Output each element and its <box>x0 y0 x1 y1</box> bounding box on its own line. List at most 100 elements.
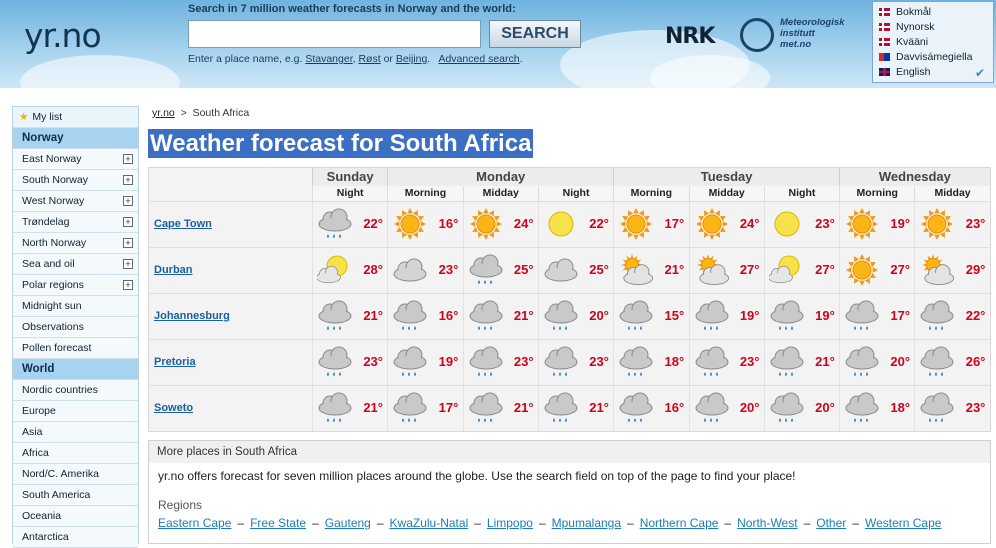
language-option[interactable]: Davvisámegiella <box>879 50 972 64</box>
place-link[interactable]: Cape Town <box>154 218 212 230</box>
sidebar-item-asia[interactable]: Asia <box>13 422 138 443</box>
region-link[interactable]: Mpumalanga <box>552 516 621 530</box>
forecast-cell[interactable]: 27° <box>763 248 839 293</box>
language-option[interactable]: English <box>879 65 930 79</box>
forecast-cell[interactable]: 27° <box>839 248 914 293</box>
forecast-cell[interactable]: 23° <box>312 340 387 385</box>
forecast-cell[interactable]: 15° <box>613 294 688 339</box>
expand-plus-icon[interactable]: + <box>123 238 133 248</box>
site-logo[interactable]: yr.no <box>24 16 102 55</box>
expand-plus-icon[interactable]: + <box>123 259 133 269</box>
language-option[interactable]: Nynorsk <box>879 20 935 34</box>
sidebar-item-observations[interactable]: Observations <box>13 317 138 338</box>
sidebar-item-antarctica[interactable]: Antarctica <box>13 527 138 548</box>
forecast-cell[interactable]: 21° <box>613 248 688 293</box>
forecast-cell[interactable]: 23° <box>537 340 613 385</box>
forecast-cell[interactable]: 21° <box>312 386 387 431</box>
sidebar-item-oceania[interactable]: Oceania <box>13 506 138 527</box>
region-link[interactable]: Other <box>816 516 846 530</box>
region-link[interactable]: KwaZulu-Natal <box>390 516 469 530</box>
forecast-cell[interactable]: 18° <box>839 386 914 431</box>
forecast-cell[interactable]: 21° <box>537 386 613 431</box>
forecast-cell[interactable]: 25° <box>462 248 538 293</box>
forecast-cell[interactable]: 23° <box>914 202 989 247</box>
forecast-cell[interactable]: 19° <box>387 340 462 385</box>
forecast-cell[interactable]: 19° <box>688 294 764 339</box>
sidebar-item-midnight-sun[interactable]: Midnight sun <box>13 296 138 317</box>
place-link[interactable]: Johannesburg <box>154 310 230 322</box>
forecast-cell[interactable]: 27° <box>688 248 764 293</box>
language-option[interactable]: Bokmål <box>879 5 931 19</box>
search-button[interactable]: SEARCH <box>489 20 581 48</box>
search-input[interactable] <box>188 20 481 48</box>
expand-plus-icon[interactable]: + <box>123 280 133 290</box>
sidebar-item-nordic-countries[interactable]: Nordic countries <box>13 380 138 401</box>
forecast-cell[interactable]: 24° <box>462 202 538 247</box>
forecast-cell[interactable]: 20° <box>763 386 839 431</box>
sidebar-item-norway[interactable]: Norway <box>13 128 138 149</box>
forecast-cell[interactable]: 17° <box>613 202 688 247</box>
forecast-cell[interactable]: 20° <box>688 386 764 431</box>
sidebar-item-south-norway[interactable]: South Norway + <box>13 170 138 191</box>
region-link[interactable]: Free State <box>250 516 306 530</box>
forecast-cell[interactable]: 28° <box>312 248 387 293</box>
region-link[interactable]: Gauteng <box>325 516 371 530</box>
example-rost-link[interactable]: Røst <box>358 53 380 65</box>
sidebar-item-europe[interactable]: Europe <box>13 401 138 422</box>
region-link[interactable]: Northern Cape <box>640 516 719 530</box>
place-link[interactable]: Soweto <box>154 402 193 414</box>
example-beijing-link[interactable]: Beijing <box>396 53 428 65</box>
sidebar-item-africa[interactable]: Africa <box>13 443 138 464</box>
forecast-cell[interactable]: 20° <box>537 294 613 339</box>
forecast-cell[interactable]: 23° <box>914 386 989 431</box>
forecast-cell[interactable]: 26° <box>914 340 989 385</box>
forecast-cell[interactable]: 22° <box>914 294 989 339</box>
sidebar-item-pollen-forecast[interactable]: Pollen forecast <box>13 338 138 359</box>
forecast-cell[interactable]: 23° <box>387 248 462 293</box>
forecast-cell[interactable]: 21° <box>763 340 839 385</box>
forecast-cell[interactable]: 23° <box>688 340 764 385</box>
forecast-cell[interactable]: 18° <box>613 340 688 385</box>
sidebar-item-nord-c-amerika[interactable]: Nord/C. Amerika <box>13 464 138 485</box>
forecast-cell[interactable]: 22° <box>312 202 387 247</box>
forecast-cell[interactable]: 24° <box>688 202 764 247</box>
expand-plus-icon[interactable]: + <box>123 217 133 227</box>
place-link[interactable]: Durban <box>154 264 193 276</box>
forecast-cell[interactable]: 19° <box>839 202 914 247</box>
example-stavanger-link[interactable]: Stavanger <box>305 53 352 65</box>
forecast-cell[interactable]: 21° <box>462 294 538 339</box>
sidebar-item-west-norway[interactable]: West Norway + <box>13 191 138 212</box>
sidebar-item-south-america[interactable]: South America <box>13 485 138 506</box>
region-link[interactable]: Limpopo <box>487 516 533 530</box>
forecast-cell[interactable]: 25° <box>537 248 613 293</box>
forecast-cell[interactable]: 20° <box>839 340 914 385</box>
nrk-logo[interactable]: NRK <box>665 24 715 49</box>
expand-plus-icon[interactable]: + <box>123 196 133 206</box>
forecast-cell[interactable]: 16° <box>387 202 462 247</box>
forecast-cell[interactable]: 23° <box>763 202 839 247</box>
forecast-cell[interactable]: 21° <box>312 294 387 339</box>
region-link[interactable]: Eastern Cape <box>158 516 231 530</box>
forecast-cell[interactable]: 16° <box>387 294 462 339</box>
forecast-cell[interactable]: 17° <box>839 294 914 339</box>
expand-plus-icon[interactable]: + <box>123 175 133 185</box>
forecast-cell[interactable]: 29° <box>914 248 989 293</box>
breadcrumb-home-link[interactable]: yr.no <box>152 107 175 119</box>
sidebar-item-my-list[interactable]: ★ My list <box>13 107 138 128</box>
sidebar-item-tr-ndelag[interactable]: Trøndelag + <box>13 212 138 233</box>
sidebar-item-north-norway[interactable]: North Norway + <box>13 233 138 254</box>
region-link[interactable]: North-West <box>737 516 797 530</box>
advanced-search-link[interactable]: Advanced search <box>438 53 519 65</box>
forecast-cell[interactable]: 16° <box>613 386 688 431</box>
forecast-cell[interactable]: 17° <box>387 386 462 431</box>
forecast-cell[interactable]: 21° <box>462 386 538 431</box>
sidebar-item-sea-and-oil[interactable]: Sea and oil + <box>13 254 138 275</box>
region-link[interactable]: Western Cape <box>865 516 941 530</box>
expand-plus-icon[interactable]: + <box>123 154 133 164</box>
place-link[interactable]: Pretoria <box>154 356 196 368</box>
sidebar-item-world[interactable]: World <box>13 359 138 380</box>
forecast-cell[interactable]: 22° <box>537 202 613 247</box>
sidebar-item-east-norway[interactable]: East Norway + <box>13 149 138 170</box>
language-option[interactable]: Kvääni <box>879 35 928 49</box>
forecast-cell[interactable]: 23° <box>462 340 538 385</box>
